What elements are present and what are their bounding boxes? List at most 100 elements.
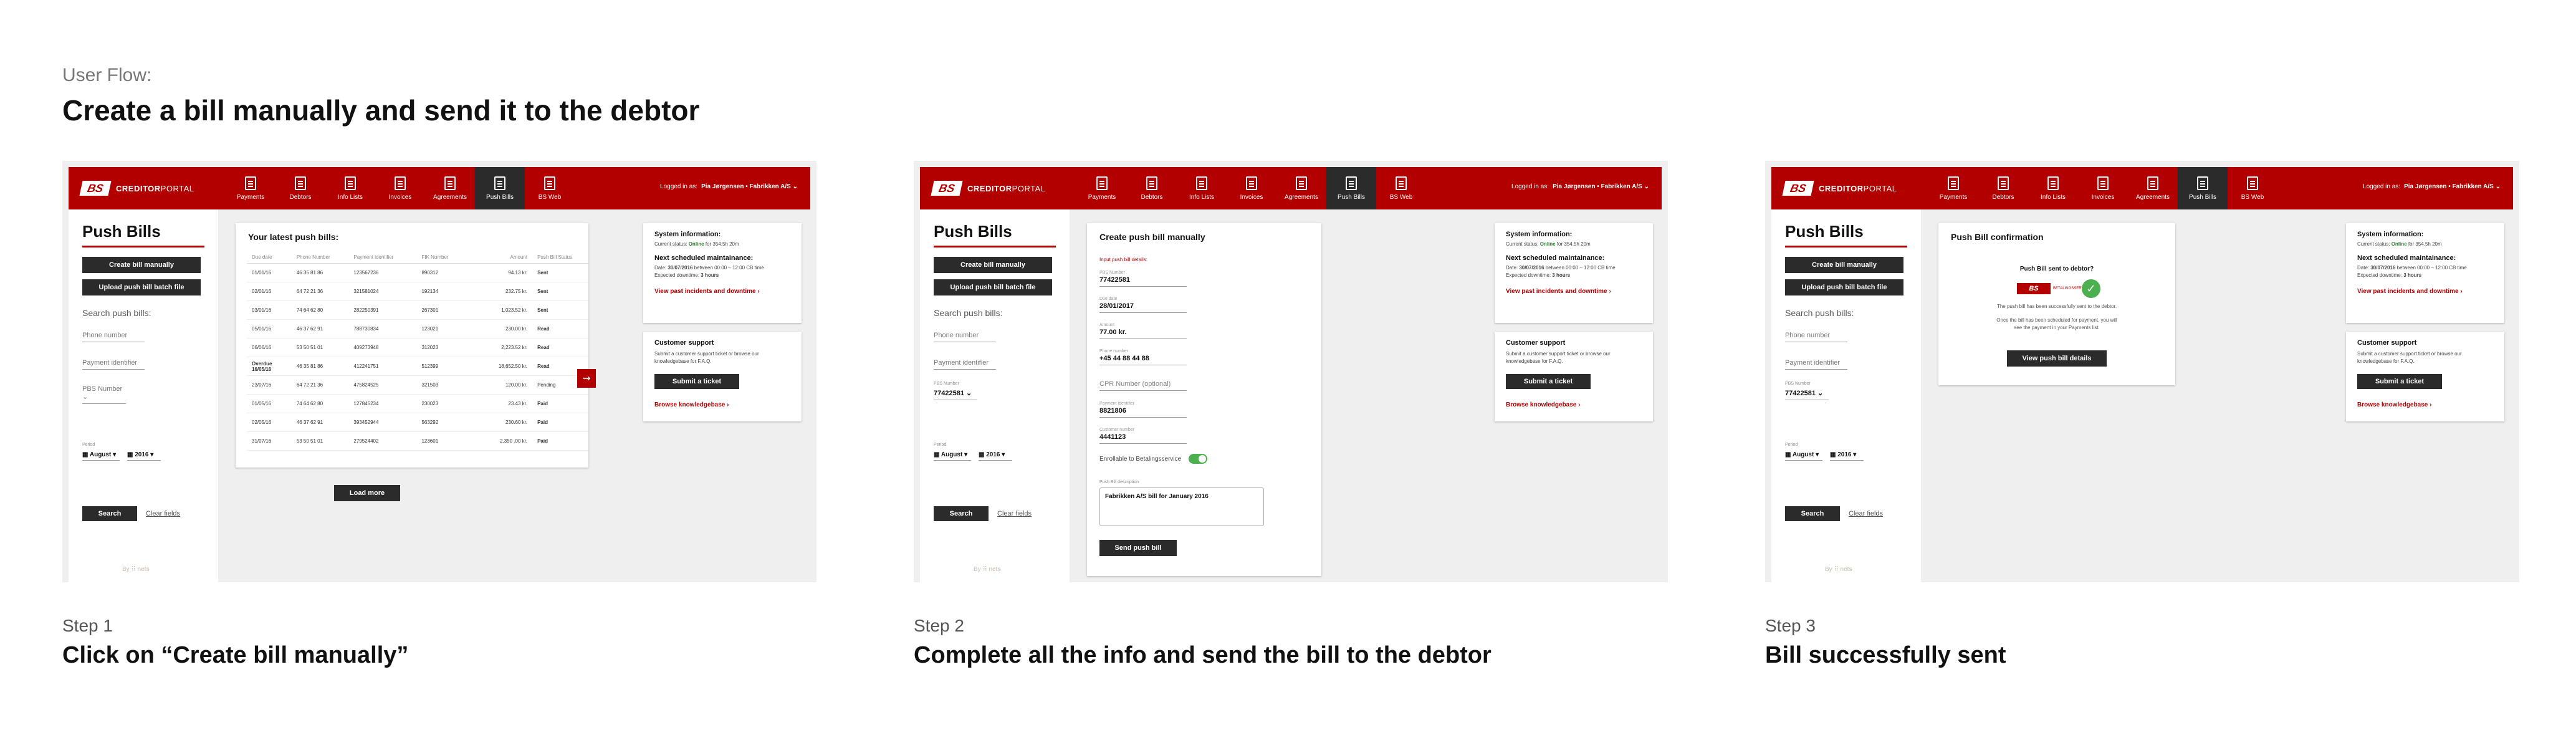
- column-header[interactable]: Amount: [470, 251, 533, 264]
- nav-item-label: Info Lists: [2040, 193, 2066, 201]
- login-info[interactable]: Logged in as: Pia Jørgensen • Fabrikken A…: [1511, 183, 1649, 190]
- form-field-6[interactable]: Customer number 4441123: [1099, 428, 1187, 444]
- table-row[interactable]: 31/07/16 53 50 51 01 279524402 123601 2,350 …: [247, 431, 588, 451]
- nav-item-debtors[interactable]: Debtors: [1978, 167, 2028, 209]
- payment-identifier-input[interactable]: Payment identifier: [82, 359, 145, 370]
- upload-batch-file-button[interactable]: Upload push bill batch file: [82, 279, 201, 295]
- year-select[interactable]: ▦ 2016 ▾: [127, 451, 161, 461]
- enroll-toggle[interactable]: [1189, 454, 1208, 464]
- submit-ticket-button[interactable]: Submit a ticket: [1506, 374, 1591, 389]
- column-header[interactable]: Payment identifier: [348, 251, 417, 264]
- phone-number-input[interactable]: Phone number: [934, 332, 996, 342]
- create-bill-manually-button[interactable]: Create bill manually: [1785, 257, 1903, 273]
- table-row[interactable]: 23/07/16 64 72 21 36 475824525 321503 120.00…: [247, 375, 588, 395]
- column-header[interactable]: Push Bill Status: [532, 251, 588, 264]
- table-row[interactable]: 01/05/16 74 64 62 80 127845234 230023 23.43 …: [247, 394, 588, 413]
- nav-item-label: Info Lists: [337, 193, 363, 201]
- nav-item-bs-web[interactable]: BS Web: [525, 167, 575, 209]
- send-push-bill-button[interactable]: Send push bill: [1099, 540, 1177, 556]
- cell-pid: 393452944: [348, 413, 417, 432]
- nav-item-invoices[interactable]: Invoices: [1227, 167, 1276, 209]
- upload-batch-file-button[interactable]: Upload push bill batch file: [934, 279, 1052, 295]
- form-field-1[interactable]: Due date 28/01/2017: [1099, 297, 1187, 313]
- year-select[interactable]: ▦ 2016 ▾: [979, 451, 1012, 461]
- submit-ticket-button[interactable]: Submit a ticket: [654, 374, 739, 389]
- table-row[interactable]: Overdue 16/05/16 46 35 81 86 412241751 5123…: [247, 357, 588, 376]
- nav-item-payments[interactable]: Payments: [1928, 167, 1978, 209]
- upload-batch-file-button[interactable]: Upload push bill batch file: [1785, 279, 1903, 295]
- nav-item-payments[interactable]: Payments: [1077, 167, 1127, 209]
- create-bill-manually-button[interactable]: Create bill manually: [934, 257, 1052, 273]
- nav-item-info-lists[interactable]: Info Lists: [2028, 167, 2078, 209]
- login-info[interactable]: Logged in as: Pia Jørgensen • Fabrikken A…: [660, 183, 798, 190]
- create-bill-manually-button[interactable]: Create bill manually: [82, 257, 201, 273]
- month-select[interactable]: ▦ August ▾: [82, 451, 120, 461]
- table-row[interactable]: 02/01/16 64 72 21 36 321581024 192134 232.75…: [247, 282, 588, 301]
- nav-item-agreements[interactable]: Agreements: [425, 167, 475, 209]
- search-button[interactable]: Search: [1785, 506, 1840, 521]
- pbs-number-select[interactable]: 77422581 ⌄: [934, 389, 977, 400]
- form-field-2[interactable]: Amount 77.00 kr.: [1099, 323, 1187, 339]
- description-textarea[interactable]: Fabrikken A/S bill for January 2016: [1099, 487, 1264, 526]
- nav-item-info-lists[interactable]: Info Lists: [325, 167, 375, 209]
- nav-item-payments[interactable]: Payments: [226, 167, 275, 209]
- form-field-4[interactable]: CPR Number (optional): [1099, 379, 1187, 391]
- expand-arrow-icon[interactable]: ⇝: [577, 369, 596, 388]
- search-button[interactable]: Search: [82, 506, 137, 521]
- search-button[interactable]: Search: [934, 506, 989, 521]
- form-field-0[interactable]: PBS Number 77422581: [1099, 271, 1187, 287]
- app-logo[interactable]: BS CREDITORPORTAL: [1782, 181, 1897, 196]
- view-incidents-link[interactable]: View past incidents and downtime ›: [1506, 288, 1611, 295]
- app-logo[interactable]: BS CREDITORPORTAL: [79, 181, 194, 196]
- table-row[interactable]: 02/05/16 46 37 62 91 393452944 563292 230.60…: [247, 413, 588, 432]
- pbs-number-select[interactable]: 77422581 ⌄: [1785, 389, 1829, 400]
- load-more-button[interactable]: Load more: [334, 485, 400, 501]
- nav-item-push-bills[interactable]: Push Bills: [2178, 167, 2228, 209]
- nav-item-info-lists[interactable]: Info Lists: [1177, 167, 1227, 209]
- nav-item-agreements[interactable]: Agreements: [2128, 167, 2178, 209]
- phone-number-input[interactable]: Phone number: [1785, 332, 1847, 342]
- cell-status: Paid: [532, 394, 588, 413]
- view-push-bill-details-button[interactable]: View push bill details: [2007, 350, 2107, 367]
- column-header[interactable]: FIK Number: [416, 251, 471, 264]
- table-row[interactable]: 01/01/16 46 35 81 86 123567236 890312 94.13 …: [247, 263, 588, 282]
- phone-number-input[interactable]: Phone number: [82, 332, 145, 342]
- nav-item-bs-web[interactable]: BS Web: [2228, 167, 2277, 209]
- nav-item-invoices[interactable]: Invoices: [2078, 167, 2128, 209]
- pbs-number-select[interactable]: PBS Number ⌄: [82, 385, 126, 404]
- nav-item-agreements[interactable]: Agreements: [1276, 167, 1326, 209]
- clear-fields-link[interactable]: Clear fields: [1849, 510, 1883, 517]
- login-info[interactable]: Logged in as: Pia Jørgensen • Fabrikken A…: [2363, 183, 2501, 190]
- table-row[interactable]: 06/06/16 53 50 51 01 409273948 312023 2,223.…: [247, 338, 588, 357]
- bs-web-icon: [544, 176, 555, 190]
- nav-item-bs-web[interactable]: BS Web: [1376, 167, 1426, 209]
- view-incidents-link[interactable]: View past incidents and downtime ›: [2357, 288, 2463, 295]
- month-select[interactable]: ▦ August ▾: [1785, 451, 1822, 461]
- year-select[interactable]: ▦ 2016 ▾: [1830, 451, 1864, 461]
- browse-knowledgebase-link[interactable]: Browse knowledgebase ›: [2357, 401, 2431, 408]
- browse-knowledgebase-link[interactable]: Browse knowledgebase ›: [1506, 401, 1580, 408]
- form-field-3[interactable]: Phone number +45 44 88 44 88: [1099, 349, 1187, 365]
- cell-fik: 890312: [416, 263, 471, 282]
- clear-fields-link[interactable]: Clear fields: [997, 510, 1032, 517]
- nav-item-push-bills[interactable]: Push Bills: [475, 167, 525, 209]
- view-incidents-link[interactable]: View past incidents and downtime ›: [654, 288, 760, 295]
- table-row[interactable]: 03/01/16 74 64 62 80 282250391 267301 1,023.…: [247, 300, 588, 320]
- submit-ticket-button[interactable]: Submit a ticket: [2357, 374, 2442, 389]
- app-logo[interactable]: BS CREDITORPORTAL: [931, 181, 1045, 196]
- screen-panel-step-3: BS CREDITORPORTAL Payments Debtors Info Li…: [1765, 161, 2519, 582]
- nav-item-debtors[interactable]: Debtors: [275, 167, 325, 209]
- column-header[interactable]: Phone Number: [291, 251, 349, 264]
- form-field-5[interactable]: Payment identifier 8821806: [1099, 401, 1187, 418]
- nav-item-push-bills[interactable]: Push Bills: [1326, 167, 1376, 209]
- browse-knowledgebase-link[interactable]: Browse knowledgebase ›: [654, 401, 729, 408]
- nav-item-debtors[interactable]: Debtors: [1127, 167, 1177, 209]
- column-header[interactable]: Due date: [247, 251, 292, 264]
- clear-fields-link[interactable]: Clear fields: [146, 510, 180, 517]
- page-title: Push Bills: [934, 222, 1012, 241]
- table-row[interactable]: 05/01/16 46 37 62 91 788730834 123021 230.00…: [247, 319, 588, 339]
- payment-identifier-input[interactable]: Payment identifier: [934, 359, 996, 370]
- payment-identifier-input[interactable]: Payment identifier: [1785, 359, 1847, 370]
- month-select[interactable]: ▦ August ▾: [934, 451, 971, 461]
- nav-item-invoices[interactable]: Invoices: [375, 167, 425, 209]
